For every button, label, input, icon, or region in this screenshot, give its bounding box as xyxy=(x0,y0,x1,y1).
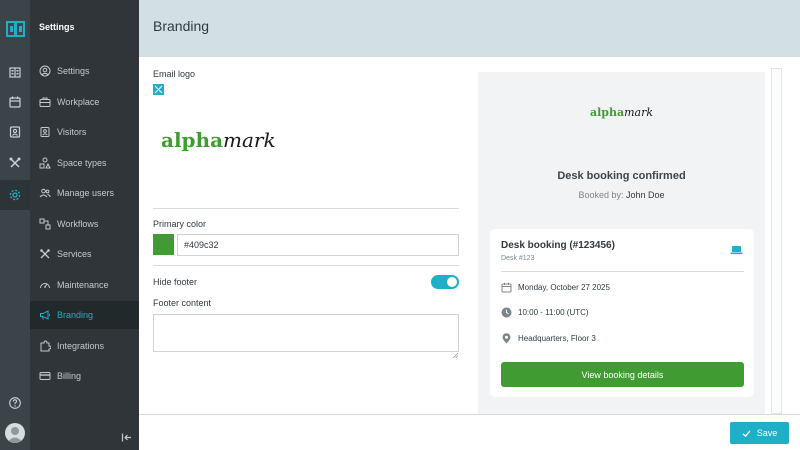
nav-item-branding[interactable]: Branding xyxy=(30,301,139,329)
resize-grip-icon[interactable] xyxy=(452,345,459,359)
credit-card-icon xyxy=(39,370,51,382)
save-button[interactable]: Save xyxy=(730,422,789,444)
preview-booked-by: Booked by: John Doe xyxy=(478,190,765,200)
preview-scrollbar[interactable] xyxy=(771,68,782,414)
primary-color-swatch[interactable] xyxy=(153,234,174,255)
booking-time: 10:00 - 11:00 (UTC) xyxy=(518,308,589,317)
view-booking-details-button[interactable]: View booking details xyxy=(501,362,744,387)
laptop-icon xyxy=(730,245,743,255)
settings-nav: Settings Settings Workplace Visitors Spa… xyxy=(30,0,139,450)
toggle-knob xyxy=(447,277,457,287)
clock-icon xyxy=(501,307,512,318)
email-logo-preview: alphamark xyxy=(161,128,276,152)
shapes-icon xyxy=(39,157,51,169)
nav-section-title: Settings xyxy=(39,22,75,32)
nav-item-label: Workflows xyxy=(57,219,99,229)
user-circle-icon xyxy=(39,65,51,77)
remove-logo-icon[interactable] xyxy=(153,84,164,95)
nav-item-label: Services xyxy=(57,249,92,259)
email-logo-label: Email logo xyxy=(153,69,196,79)
visitor-badge-icon xyxy=(39,126,51,138)
branding-form: Email logo alphamark Primary color Hide … xyxy=(139,57,469,414)
booking-subtitle: Desk #123 xyxy=(501,255,535,262)
booking-title: Desk booking (#123456) xyxy=(501,240,615,251)
nav-item-billing[interactable]: Billing xyxy=(30,362,139,390)
nav-item-settings[interactable]: Settings xyxy=(30,57,139,85)
booked-by-name: John Doe xyxy=(626,190,665,200)
booking-location: Headquarters, Floor 3 xyxy=(518,334,596,343)
nav-item-services[interactable]: Services xyxy=(30,240,139,268)
hide-footer-toggle[interactable] xyxy=(431,275,459,289)
nav-item-label: Workplace xyxy=(57,97,100,107)
divider xyxy=(153,208,459,209)
briefcase-icon xyxy=(39,96,51,108)
preview-brand-green: alpha xyxy=(589,106,625,119)
nav-item-label: Manage users xyxy=(57,188,115,198)
puzzle-icon xyxy=(39,340,51,352)
nav-item-manage-users[interactable]: Manage users xyxy=(30,179,139,207)
nav-item-integrations[interactable]: Integrations xyxy=(30,332,139,360)
icon-rail xyxy=(0,0,30,450)
nav-item-label: Integrations xyxy=(57,341,105,351)
workflow-icon xyxy=(39,218,51,230)
tools-icon xyxy=(39,248,51,260)
nav-item-label: Space types xyxy=(57,158,107,168)
calendar-icon[interactable] xyxy=(8,95,22,109)
booking-time-row: 10:00 - 11:00 (UTC) xyxy=(501,307,589,318)
nav-item-visitors[interactable]: Visitors xyxy=(30,118,139,146)
preview-title: Desk booking confirmed xyxy=(557,170,686,182)
divider xyxy=(501,271,744,272)
nav-item-workplace[interactable]: Workplace xyxy=(30,88,139,116)
calendar-icon xyxy=(501,282,512,293)
tools-icon[interactable] xyxy=(8,156,22,170)
primary-color-label: Primary color xyxy=(153,219,207,229)
page-title: Branding xyxy=(153,18,210,34)
rail-settings-active[interactable] xyxy=(0,180,30,210)
footer-content-textarea[interactable] xyxy=(153,314,459,352)
email-preview: alphamark Desk booking confirmed Booked … xyxy=(478,72,765,414)
hide-footer-label: Hide footer xyxy=(153,277,198,287)
action-bar: Save xyxy=(139,414,800,450)
logo-wordmark-green: alpha xyxy=(161,128,224,152)
preview-brand-logo: alphamark xyxy=(478,106,765,119)
building-icon[interactable] xyxy=(8,65,22,79)
nav-item-maintenance[interactable]: Maintenance xyxy=(30,271,139,299)
divider xyxy=(153,265,459,266)
nav-item-label: Maintenance xyxy=(57,280,109,290)
nav-item-label: Settings xyxy=(57,66,90,76)
preview-brand-dark: mark xyxy=(624,106,654,119)
nav-item-label: Branding xyxy=(57,310,94,320)
help-icon[interactable] xyxy=(8,396,22,410)
booking-card: Desk booking (#123456) Desk #123 Monday,… xyxy=(490,229,754,397)
gauge-icon xyxy=(39,279,51,291)
logo-wordmark-dark: mark xyxy=(223,128,276,152)
gear-icon xyxy=(8,188,22,202)
nav-item-label: Visitors xyxy=(57,127,87,137)
nav-item-label: Billing xyxy=(57,371,82,381)
nav-item-workflows[interactable]: Workflows xyxy=(30,210,139,238)
footer-content-label: Footer content xyxy=(153,298,212,308)
app-logo-icon[interactable] xyxy=(6,21,25,37)
visitor-badge-icon[interactable] xyxy=(8,125,22,139)
primary-color-input[interactable] xyxy=(177,234,459,256)
booked-by-prefix: Booked by: xyxy=(578,190,624,200)
location-pin-icon xyxy=(501,333,512,344)
check-icon xyxy=(742,429,751,438)
page-header: Branding xyxy=(139,0,800,57)
booking-date: Monday, October 27 2025 xyxy=(518,283,610,292)
avatar[interactable] xyxy=(5,423,25,443)
nav-item-space-types[interactable]: Space types xyxy=(30,149,139,177)
users-icon xyxy=(39,187,51,199)
megaphone-icon xyxy=(39,309,51,321)
save-button-label: Save xyxy=(756,428,778,438)
collapse-sidebar-icon[interactable] xyxy=(121,432,132,443)
booking-date-row: Monday, October 27 2025 xyxy=(501,282,610,293)
booking-location-row: Headquarters, Floor 3 xyxy=(501,333,596,344)
